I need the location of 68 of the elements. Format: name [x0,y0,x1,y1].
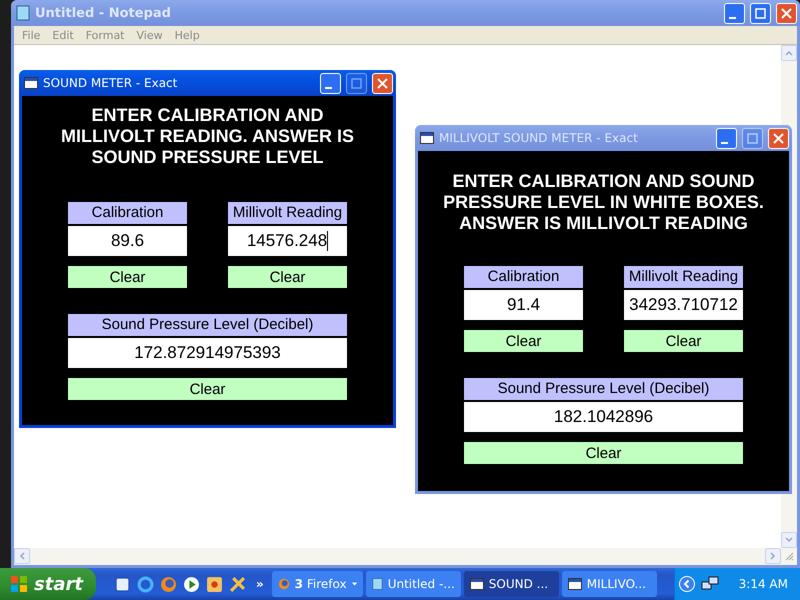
notepad-icon [372,576,383,592]
clear-button[interactable]: Clear [228,266,347,288]
maximize-icon [747,132,758,144]
clear-button[interactable]: Clear [68,266,187,288]
window-icon [420,132,434,144]
close-icon [773,132,784,144]
window-icon [24,77,38,89]
window-title: Untitled - Notepad [35,6,172,20]
scroll-up-icon[interactable] [781,45,797,61]
play-icon[interactable] [183,576,200,592]
globe-icon [278,576,290,592]
minimize-icon [721,142,728,144]
minimize-button[interactable] [724,2,745,24]
minimize-icon [325,86,332,88]
field-label: Calibration [68,202,187,224]
windows-logo-icon [10,575,28,593]
field-label: Sound Pressure Level (Decibel) [68,314,347,336]
window-icon [470,578,484,590]
taskbar-button[interactable]: MILLIVO... [562,571,657,597]
minimize-button[interactable] [320,72,341,94]
window-icon [568,578,582,590]
maximize-button[interactable] [346,72,367,94]
clear-button[interactable]: Clear [464,330,583,352]
dropdown-caret-icon [352,582,357,586]
maximize-button[interactable] [742,128,763,148]
media-icon[interactable] [206,576,223,592]
more-icons-button[interactable]: » [256,577,264,591]
chevron-left-icon[interactable] [678,576,695,592]
close-icon [781,8,792,18]
scroll-down-icon[interactable] [781,532,797,548]
maximize-icon [755,8,766,18]
window-title: MILLIVOLT SOUND METER - Exact [439,131,639,145]
field-label: Sound Pressure Level (Decibel) [464,378,743,400]
minimize-icon [729,16,736,18]
input-field[interactable]: 89.6 [68,226,187,256]
instructions-text: ENTER CALIBRATION AND MILLIVOLT READING. ANSWER IS SOUND PRESSURE LEVEL [61,105,354,168]
input-field[interactable]: 91.4 [464,290,583,320]
instructions-text: ENTER CALIBRATION AND SOUND PRESSURE LEVEL IN WHITE BOXES. ANSWER IS MILLIVOLT READING [443,171,764,234]
clock-text: 3:14 AM [738,577,788,591]
input-field[interactable]: 34293.710712 [624,290,743,320]
clear-button[interactable]: Clear [624,330,743,352]
maximize-icon [351,78,362,88]
text-caret [327,231,328,251]
taskbar-button[interactable]: Untitled -... [366,571,461,597]
close-button[interactable] [776,2,797,24]
result-field[interactable]: 182.1042896 [464,402,743,432]
clear-button[interactable]: Clear [464,442,743,464]
globe-icon[interactable] [160,576,177,592]
field-label: Millivolt Reading [228,202,347,224]
close-button[interactable] [768,128,789,148]
notepad-icon [16,5,30,21]
network-icon[interactable] [700,576,719,592]
maximize-button[interactable] [750,2,771,24]
start-button[interactable]: start [0,568,96,600]
taskbar-button[interactable]: SOUND ... [464,571,559,597]
result-field[interactable]: 172.872914975393 [68,338,347,368]
field-label: Millivolt Reading [624,266,743,288]
window-title: SOUND METER - Exact [43,76,178,90]
scroll-left-icon[interactable] [14,548,30,564]
field-label: Calibration [464,266,583,288]
clear-button[interactable]: Clear [68,378,347,400]
minimize-button[interactable] [716,128,737,148]
scroll-right-icon[interactable] [765,548,781,564]
taskbar-button[interactable]: 3 Firefox [272,571,363,597]
horizontal-scrollbar[interactable] [14,548,797,565]
close-button[interactable] [372,72,393,94]
close-icon [377,78,388,88]
input-field[interactable]: 14576.248 [228,226,347,256]
